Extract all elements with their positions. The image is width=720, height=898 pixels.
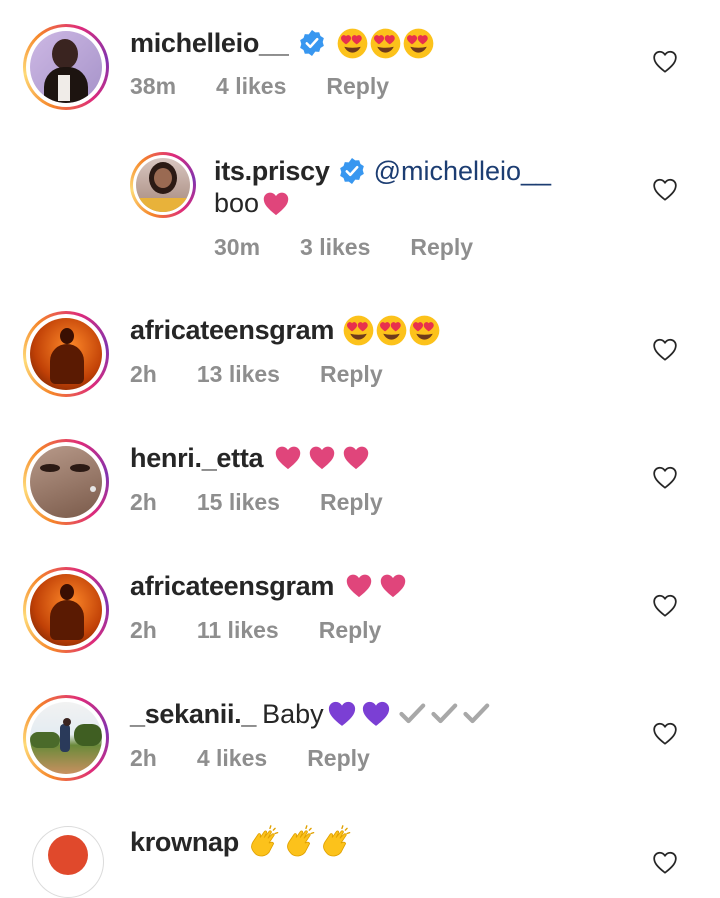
- comment-username[interactable]: krownap: [130, 825, 239, 859]
- pink-heart-emoji: [261, 190, 291, 218]
- brand-logo-icon: [48, 835, 88, 875]
- comment-username[interactable]: africateensgram: [130, 313, 334, 347]
- comment-likes[interactable]: 3 likes: [300, 234, 370, 261]
- heart-eyes-emoji: [336, 27, 435, 60]
- reply-button[interactable]: Reply: [320, 489, 383, 516]
- comment-time: 38m: [130, 73, 177, 99]
- mention-link[interactable]: @michelleio__: [374, 154, 552, 188]
- avatar[interactable]: [23, 567, 109, 653]
- verified-badge-icon: [298, 29, 326, 57]
- comment-time: 2h: [130, 489, 157, 515]
- comment-time: 2h: [130, 617, 157, 643]
- avatar[interactable]: [23, 695, 109, 781]
- reply-button[interactable]: Reply: [320, 361, 383, 388]
- avatar[interactable]: [23, 439, 109, 525]
- avatar[interactable]: [23, 24, 109, 110]
- clapping-hands-emoji: [247, 825, 353, 859]
- comment-username[interactable]: henri._etta: [130, 441, 264, 475]
- avatar[interactable]: [23, 311, 109, 397]
- check-mark-emoji: [398, 700, 490, 728]
- heart-outline-icon[interactable]: [652, 49, 678, 75]
- comment-time: 2h: [130, 361, 157, 387]
- verified-badge-icon: [338, 157, 366, 185]
- comment-likes[interactable]: 15 likes: [197, 489, 280, 516]
- heart-outline-icon[interactable]: [652, 177, 678, 203]
- heart-outline-icon[interactable]: [652, 850, 678, 876]
- comment-likes[interactable]: 11 likes: [197, 617, 279, 644]
- comment-text: Baby: [262, 699, 324, 729]
- comment-time: 30m: [214, 234, 261, 260]
- reply-button[interactable]: Reply: [326, 73, 389, 100]
- comment-likes[interactable]: 13 likes: [197, 361, 280, 388]
- purple-heart-emoji: [326, 699, 392, 729]
- heart-outline-icon[interactable]: [652, 721, 678, 747]
- comment-likes[interactable]: 4 likes: [216, 73, 286, 100]
- comment-username[interactable]: michelleio__: [130, 26, 289, 60]
- reply-button[interactable]: Reply: [307, 745, 370, 772]
- reply-button[interactable]: Reply: [319, 617, 382, 644]
- heart-outline-icon[interactable]: [652, 337, 678, 363]
- heart-eyes-emoji: [342, 314, 441, 347]
- reply-button[interactable]: Reply: [410, 234, 473, 261]
- avatar[interactable]: [130, 152, 196, 218]
- avatar[interactable]: [32, 826, 104, 898]
- comment-time: 2h: [130, 745, 157, 771]
- heart-outline-icon[interactable]: [652, 593, 678, 619]
- comment-username[interactable]: _sekanii._: [130, 697, 256, 731]
- comment-likes[interactable]: 4 likes: [197, 745, 267, 772]
- pink-heart-emoji: [344, 572, 408, 600]
- heart-outline-icon[interactable]: [652, 465, 678, 491]
- comment-username[interactable]: its.priscy: [214, 154, 330, 188]
- comment-username[interactable]: africateensgram: [130, 569, 334, 603]
- comment-text: boo: [214, 188, 260, 218]
- pink-heart-emoji: [273, 444, 371, 472]
